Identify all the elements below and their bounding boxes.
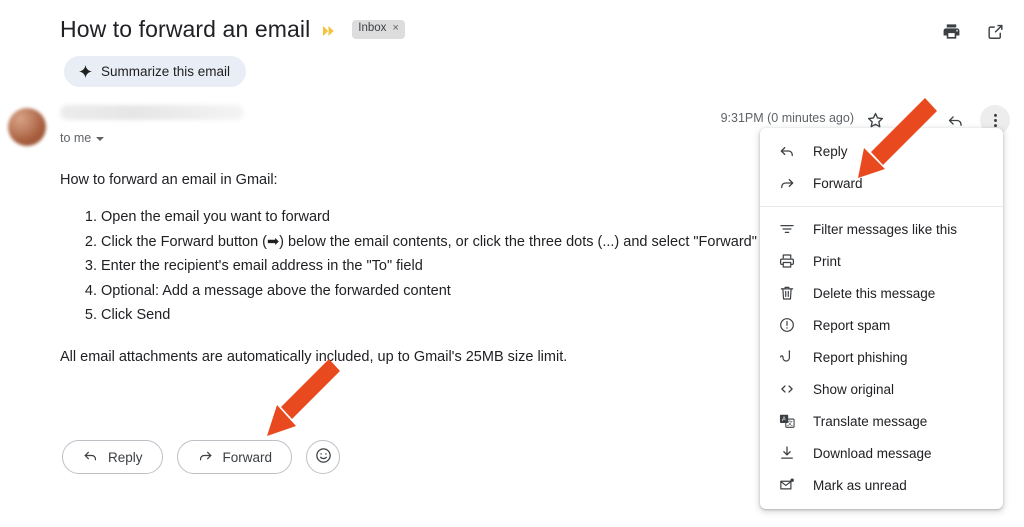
menu-item-reply[interactable]: Reply (760, 135, 1003, 167)
reply-button-label: Reply (108, 449, 143, 465)
menu-item-delete-message[interactable]: Delete this message (760, 277, 1003, 309)
list-item: Open the email you want to forward (101, 207, 760, 228)
menu-item-download-message[interactable]: Download message (760, 437, 1003, 469)
forward-button-label: Forward (222, 449, 273, 465)
message-context-menu: Reply Forward Filter messages like this (760, 128, 1003, 509)
email-body: How to forward an email in Gmail: Open t… (60, 170, 760, 368)
sparkle-icon (79, 65, 92, 78)
exclamation-circle-icon (777, 316, 796, 335)
menu-item-label: Report spam (813, 317, 891, 333)
reply-button[interactable]: Reply (62, 440, 163, 474)
body-intro: How to forward an email in Gmail: (60, 172, 278, 188)
menu-item-show-original[interactable]: Show original (760, 373, 1003, 405)
menu-item-label: Download message (813, 445, 932, 461)
menu-item-label: Reply (813, 143, 848, 159)
summarize-this-email-button[interactable]: Summarize this email (64, 56, 247, 87)
filter-icon (777, 220, 796, 239)
header-actions (940, 20, 1006, 42)
recipients-label: to me (60, 131, 92, 145)
translate-icon: A 文 (777, 412, 796, 431)
menu-item-report-spam[interactable]: Report spam (760, 309, 1003, 341)
sender-avatar[interactable] (8, 108, 46, 146)
caret-down-icon[interactable] (96, 137, 105, 141)
menu-item-label: Translate message (813, 413, 928, 429)
menu-item-label: Filter messages like this (813, 221, 958, 237)
list-item: Enter the recipient's email address in t… (101, 256, 760, 277)
forward-arrow-icon (777, 174, 796, 193)
menu-item-label: Delete this message (813, 285, 936, 301)
label-chip-remove-icon[interactable]: × (392, 22, 398, 35)
sender-name-redacted (60, 105, 244, 120)
menu-item-translate-message[interactable]: A 文 Translate message (760, 405, 1003, 437)
mark-unread-envelope-icon (777, 476, 796, 495)
menu-item-forward[interactable]: Forward (760, 167, 1003, 199)
body-outro: All email attachments are automatically … (60, 349, 568, 366)
forward-arrow-icon (197, 447, 214, 467)
code-brackets-icon (777, 380, 796, 399)
label-chip-inbox[interactable]: Inbox × (352, 20, 405, 39)
summarize-label: Summarize this email (101, 64, 231, 79)
reply-icon (82, 447, 99, 467)
menu-item-label: Show original (813, 381, 895, 397)
message-timestamp: 9:31PM (0 minutes ago) (720, 111, 854, 125)
menu-item-filter-messages[interactable]: Filter messages like this (760, 213, 1003, 245)
page-title: How to forward an email (60, 16, 311, 42)
menu-separator (760, 206, 1003, 207)
fish-hook-icon (777, 348, 796, 367)
print-icon (777, 252, 796, 271)
double-chevron-important-icon[interactable] (322, 23, 338, 39)
menu-item-print[interactable]: Print (760, 245, 1003, 277)
print-icon[interactable] (940, 20, 962, 42)
open-in-new-window-icon[interactable] (984, 20, 1006, 42)
menu-item-label: Print (813, 253, 841, 269)
recipients-summary[interactable]: to me (60, 131, 105, 145)
list-item: Click Send (101, 305, 760, 326)
reply-icon (777, 142, 796, 161)
trash-icon (777, 284, 796, 303)
menu-item-mark-as-unread[interactable]: Mark as unread (760, 469, 1003, 501)
label-chip-text: Inbox (358, 22, 387, 35)
body-step-list: Open the email you want to forward Click… (60, 207, 760, 326)
menu-item-label: Forward (813, 175, 863, 191)
list-item: Click the Forward button (➡) below the e… (101, 232, 760, 253)
emoji-reaction-button[interactable] (306, 440, 341, 474)
menu-item-label: Report phishing (813, 349, 908, 365)
emoji-reaction-icon (314, 446, 333, 468)
annotation-arrow-to-forward-button (245, 356, 345, 451)
menu-item-report-phishing[interactable]: Report phishing (760, 341, 1003, 373)
menu-item-label: Mark as unread (813, 477, 907, 493)
bottom-action-bar: Reply Forward (62, 440, 341, 474)
gmail-message-view: How to forward an email Inbox × Summariz… (0, 0, 1024, 527)
subject-row: How to forward an email Inbox × (60, 16, 405, 43)
download-icon (777, 444, 796, 463)
forward-button[interactable]: Forward (176, 440, 293, 474)
list-item: Optional: Add a message above the forwar… (101, 281, 760, 302)
